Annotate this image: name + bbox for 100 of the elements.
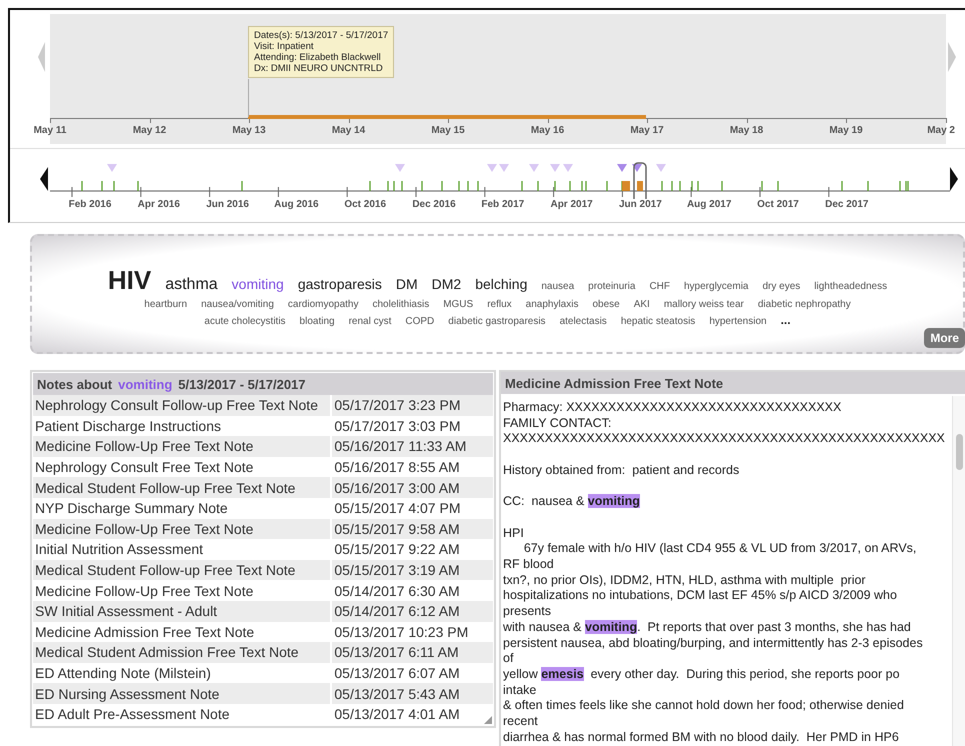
- note-title-cell[interactable]: Medicine Follow-Up Free Text Note: [33, 436, 330, 457]
- note-date-cell: 05/16/2017 11:33 AM: [332, 436, 493, 457]
- tag-term[interactable]: diabetic gastroparesis: [448, 316, 546, 327]
- ellipsis[interactable]: ...: [780, 313, 791, 327]
- tag-term[interactable]: renal cyst: [348, 316, 392, 327]
- note-text-line: presents: [502, 604, 552, 620]
- overview-label: Apr 2016: [138, 199, 180, 210]
- note-date-cell: 05/13/2017 6:07 AM: [332, 662, 493, 684]
- tag-term[interactable]: bloating: [300, 316, 335, 327]
- tag-term[interactable]: nausea: [541, 281, 574, 292]
- note-text-line: RF blood: [502, 556, 555, 573]
- tag-term[interactable]: proteinuria: [588, 281, 636, 292]
- tag-term[interactable]: obese: [592, 299, 620, 310]
- note-date-cell: 05/16/2017 3:00 AM: [332, 477, 493, 498]
- resize-handle-icon[interactable]: [484, 716, 492, 724]
- header-text: Notes about: [37, 376, 112, 392]
- tag-term[interactable]: dry eyes: [762, 281, 800, 292]
- note-title-cell[interactable]: Medical Student Admission Free Text Note: [33, 642, 330, 663]
- note-date-cell: 05/13/2017 5:43 AM: [332, 683, 493, 704]
- note-text-line: hospitalizations no intubations, DCM last EF 45% s/p AICD 3/2009 who: [502, 588, 898, 604]
- note-text-line: History obtained from: patient and records: [502, 462, 740, 478]
- overview-label: Dec 2016: [412, 199, 456, 210]
- axis-label: May 12: [132, 125, 166, 136]
- header-term: vomiting: [118, 376, 172, 392]
- scrollbar-thumb[interactable]: [956, 434, 963, 470]
- visit-bar[interactable]: [248, 115, 646, 119]
- note-text-line: Pharmacy: XXXXXXXXXXXXXXXXXXXXXXXXXXXXXXXXX: [502, 400, 842, 416]
- note-text-line: HPI: [502, 526, 525, 542]
- note-text-line: XXXXXXXXXXXXXXXXXXXXXXXXXXXXXXXXXXXXXXXXXXXXXXXXXXXXX: [502, 431, 946, 448]
- scrollbar-track[interactable]: [952, 396, 965, 746]
- note-title-cell[interactable]: ED Nursing Assessment Note: [33, 683, 330, 704]
- note-title-cell[interactable]: Medical Student Follow-up Free Text Note: [33, 477, 330, 498]
- note-text-line: 67y female with h/o HIV (last CD4 955 & VL UD from 3/2017, on ARVs,: [522, 541, 918, 557]
- tag-term[interactable]: atelectasis: [560, 316, 607, 327]
- tag-term[interactable]: cholelithiasis: [372, 299, 430, 310]
- note-date-cell: 05/17/2017 3:23 PM: [332, 395, 493, 416]
- tag-term[interactable]: vomiting: [232, 276, 284, 292]
- note-text-line: recent: [502, 714, 539, 730]
- axis-label: May 14: [332, 125, 366, 136]
- axis-label: May 15: [431, 125, 465, 136]
- note-date-cell: 05/14/2017 6:12 AM: [332, 600, 493, 622]
- note-date-cell: 05/13/2017 6:11 AM: [332, 642, 493, 663]
- tooltip-text: Dates(s): 5/13/2017 - 5/17/2017: [254, 30, 388, 41]
- note-text-line: persistent nausea, abd bloating/burping, and intermittently has 2-3 episodes: [502, 636, 924, 652]
- overview-label: Oct 2017: [757, 199, 799, 210]
- tag-term[interactable]: DM: [396, 276, 418, 292]
- axis-label: May 2: [927, 125, 955, 136]
- tooltip-text: Visit: Inpatient: [254, 41, 315, 52]
- note-text-line: of: [502, 651, 514, 667]
- overview-label: Apr 2017: [550, 199, 593, 210]
- overview-label: Aug 2017: [686, 199, 732, 210]
- overview-label: Oct 2016: [344, 199, 386, 210]
- note-title-cell[interactable]: Medical Student Follow-up Free Text Note: [33, 560, 330, 580]
- tag-term[interactable]: mallory weiss tear: [664, 299, 744, 310]
- tag-term[interactable]: AKI: [634, 299, 650, 310]
- leader-line: [248, 79, 249, 117]
- more-button[interactable]: More: [924, 328, 965, 348]
- note-text-line: FAMILY CONTACT:: [502, 416, 612, 432]
- note-text-line: txn?, no prior OIs), IDDM2, HTN, HLD, asthma with multiple prior: [502, 572, 867, 588]
- axis-label: May 16: [530, 125, 564, 136]
- axis-label: May 17: [630, 125, 664, 136]
- tag-term[interactable]: gastroparesis: [298, 276, 382, 292]
- axis-label: May 13: [232, 125, 266, 136]
- note-title-cell[interactable]: ED Attending Note (Milstein): [33, 662, 330, 684]
- axis-label: May 19: [829, 125, 863, 136]
- note-text-line: & often times feels like she cannot hold down her food; otherwise denied: [502, 698, 905, 714]
- note-text-line: intake: [502, 682, 538, 698]
- overview-label: Jun 2016: [206, 199, 249, 210]
- note-view-header: Medicine Admission Free Text Note: [501, 372, 965, 394]
- tag-term[interactable]: belching: [475, 276, 528, 292]
- note-date-cell: 05/15/2017 3:19 AM: [332, 560, 493, 580]
- tag-term[interactable]: DM2: [432, 276, 462, 292]
- axis-label: May 18: [730, 125, 764, 136]
- tag-term[interactable]: reflux: [487, 299, 512, 310]
- tag-term[interactable]: asthma: [165, 276, 218, 294]
- tag-term[interactable]: anaphylaxis: [526, 299, 578, 310]
- axis-label: May 11: [34, 125, 66, 136]
- tag-term[interactable]: COPD: [405, 316, 434, 327]
- tag-term[interactable]: nausea/vomiting: [201, 299, 274, 310]
- tag-term[interactable]: MGUS: [443, 299, 474, 310]
- tag-term[interactable]: hepatic steatosis: [620, 316, 696, 327]
- note-title-cell[interactable]: SW Initial Assessment - Adult: [33, 600, 330, 622]
- tag-term[interactable]: HIV: [108, 265, 152, 296]
- next-arrow-icon[interactable]: [948, 42, 956, 72]
- previous-arrow-icon[interactable]: [38, 42, 46, 72]
- tag-term[interactable]: cardiomyopathy: [288, 299, 358, 310]
- overview-label: Feb 2017: [481, 199, 524, 210]
- note-text-line: diarrhea & has normal formed BM with no blood daily. Her PMD in HP6: [502, 730, 900, 746]
- note-title-cell[interactable]: Patient Discharge Instructions: [33, 416, 330, 436]
- tag-term[interactable]: hypertension: [709, 316, 767, 327]
- tag-term[interactable]: CHF: [649, 281, 670, 292]
- tag-term[interactable]: heartburn: [144, 299, 188, 310]
- tag-term[interactable]: lightheadedness: [814, 281, 888, 292]
- tag-term[interactable]: acute cholecystitis: [204, 316, 286, 327]
- tag-term[interactable]: hyperglycemia: [684, 281, 748, 292]
- overview-label: Jun 2017: [618, 199, 662, 210]
- note-date-cell: 05/15/2017 9:58 AM: [332, 518, 493, 540]
- note-title-cell[interactable]: Medicine Follow-Up Free Text Note: [33, 518, 330, 540]
- note-title-cell[interactable]: Nephrology Consult Follow-up Free Text Note: [33, 395, 330, 416]
- tag-term[interactable]: diabetic nephropathy: [758, 299, 851, 310]
